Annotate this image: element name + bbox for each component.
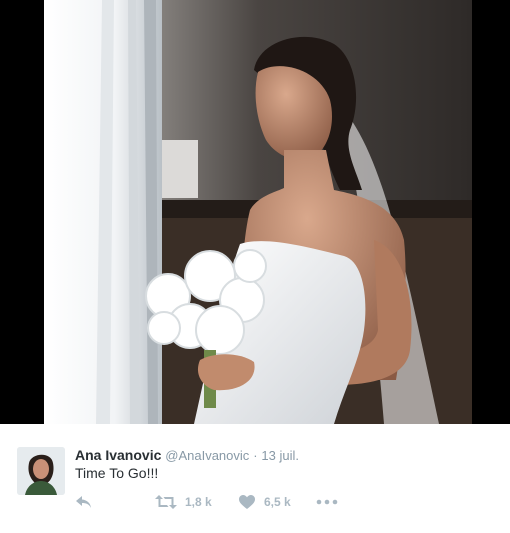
tweet-header: Ana Ivanovic @AnaIvanovic · 13 juil. xyxy=(75,446,299,465)
retweet-button[interactable]: 1,8 k xyxy=(155,492,212,512)
reply-button[interactable] xyxy=(75,492,93,512)
like-count: 6,5 k xyxy=(264,495,291,509)
tweet-photo[interactable] xyxy=(44,0,472,424)
tweet-timestamp[interactable]: 13 juil. xyxy=(261,448,299,463)
author-name[interactable]: Ana Ivanovic xyxy=(75,447,161,463)
more-dots-icon xyxy=(316,499,338,505)
tweet-text: Time To Go!!! xyxy=(75,465,159,481)
avatar[interactable] xyxy=(17,447,65,495)
heart-icon xyxy=(239,495,255,509)
author-handle[interactable]: @AnaIvanovic xyxy=(165,448,249,463)
media-viewer xyxy=(0,0,510,424)
retweet-count: 1,8 k xyxy=(185,495,212,509)
tweet-page: Ana Ivanovic @AnaIvanovic · 13 juil. Tim… xyxy=(0,0,510,533)
avatar-image xyxy=(17,447,65,495)
bride-photo-illustration xyxy=(44,0,472,424)
retweet-icon xyxy=(155,495,177,509)
more-button[interactable] xyxy=(316,492,338,512)
reply-icon xyxy=(76,496,91,508)
like-button[interactable]: 6,5 k xyxy=(238,492,291,512)
tweet: Ana Ivanovic @AnaIvanovic · 13 juil. Tim… xyxy=(0,424,510,533)
separator-dot: · xyxy=(253,448,258,463)
tweet-actions: 1,8 k 6,5 k xyxy=(75,492,375,512)
